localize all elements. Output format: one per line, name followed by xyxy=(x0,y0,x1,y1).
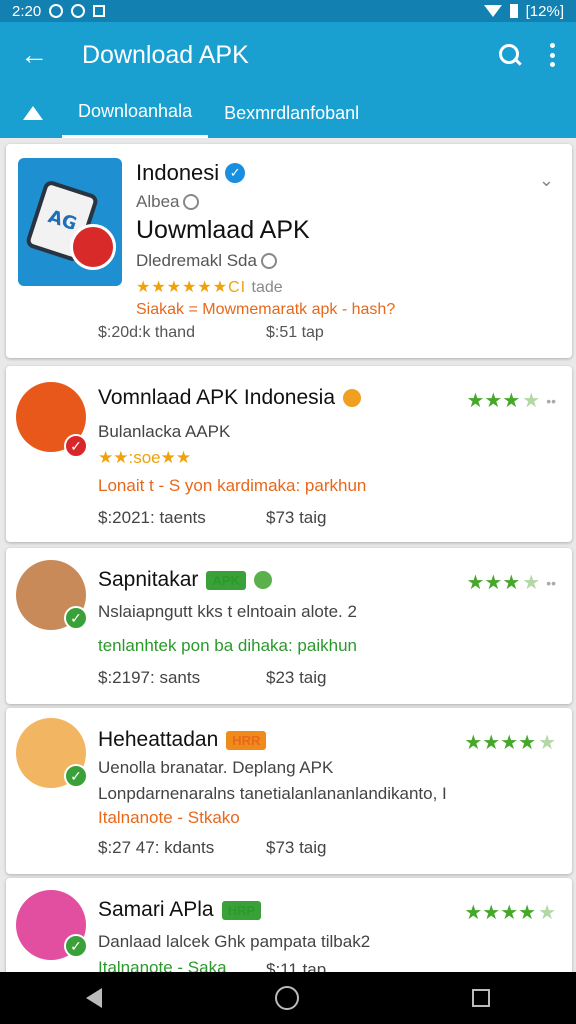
featured-app-icon xyxy=(18,158,122,286)
app-line-1: Nslaiapngutt kks t elntoain alote. 2 xyxy=(98,602,357,621)
image-notification-icon xyxy=(93,5,106,17)
rating-stars: ★★★ ★ •• xyxy=(466,390,556,412)
stars-text: ★★★★★★CI xyxy=(136,279,247,296)
app-price: $:2197: sants xyxy=(98,668,201,687)
nav-recents-icon[interactable] xyxy=(471,989,490,1007)
featured-size: $:51 tap xyxy=(266,324,324,341)
check-badge-icon: ✓ xyxy=(64,934,88,958)
app-chip: HRP xyxy=(221,900,262,920)
red-badge-icon xyxy=(70,224,116,270)
share-notification-icon xyxy=(71,4,86,18)
back-arrow-icon[interactable]: ← xyxy=(20,40,50,70)
app-card-2[interactable]: ✓ Sapnitakar APK Nslaiapngutt kks t elnto… xyxy=(6,548,572,704)
rating-stars: ★★★★ ★ xyxy=(464,902,556,924)
app-price: $:2021: taents xyxy=(98,508,206,527)
notification-icon xyxy=(49,4,64,18)
info-icon xyxy=(183,194,200,210)
app-line-1: Uenolla branatar. Deplang APK xyxy=(98,758,334,777)
featured-developer[interactable]: Albea xyxy=(136,192,179,212)
app-bar: ← Download APK Downloanhala Bexmrdlanfob… xyxy=(0,22,576,138)
wifi-icon xyxy=(483,5,502,17)
more-vertical-icon[interactable] xyxy=(550,43,556,67)
app-size: $23 taig xyxy=(266,668,327,687)
app-price: $:11 tap xyxy=(266,960,327,972)
app-line-1: Danlaad lalcek Ghk pampata tilbak2 xyxy=(98,932,371,951)
app-size: $73 taig xyxy=(266,838,327,857)
app-line-2: Italnanote - Saka xyxy=(98,958,227,972)
featured-price: $:20d:k thand xyxy=(98,324,195,341)
featured-app-name: Indonesi xyxy=(136,160,220,185)
app-chip: APK xyxy=(206,570,246,590)
tab-downloads[interactable]: Downloanhala xyxy=(62,88,209,138)
tab-second[interactable]: Bexmrdlanfobanl xyxy=(208,88,375,138)
status-bar: 2:20 [12%] xyxy=(0,0,576,22)
verified-icon: ✓ xyxy=(225,163,246,183)
page-title: Download APK xyxy=(82,40,249,69)
app-line-2: ★★:soe★★ xyxy=(98,448,192,467)
rating-stars: ★★★ ★ •• xyxy=(466,572,556,594)
rating-stars: ★★★★ ★ xyxy=(464,732,556,754)
featured-tagline: Siakak = Mowmemaratk apk - hash? xyxy=(136,301,396,318)
stars-extra: tade xyxy=(251,279,283,296)
app-name: Sapnitakar xyxy=(98,568,199,591)
app-price: $:27 47: kdants xyxy=(98,838,215,857)
check-badge-icon: ✓ xyxy=(64,606,88,630)
badge-icon xyxy=(343,389,362,407)
featured-title: Uowmlaad APK xyxy=(136,216,310,244)
app-card-4[interactable]: ✓ Samari APla HRP Danlaad lalcek Ghk pamp… xyxy=(6,878,572,972)
battery-icon xyxy=(509,4,518,18)
info-icon-2 xyxy=(260,253,277,269)
check-badge-icon: ✓ xyxy=(64,434,88,458)
app-card-1[interactable]: ✓ Vomnlaad APK Indonesia Bulanlacka AAPK… xyxy=(6,366,572,542)
app-line-2: tenlanhtek pon ba dihaka: paikhun xyxy=(98,636,357,655)
system-nav-bar xyxy=(0,972,576,1024)
chevron-down-icon[interactable]: ⌄ xyxy=(539,170,554,191)
check-badge-icon: ✓ xyxy=(64,764,88,788)
app-name: Samari APla xyxy=(98,898,214,921)
app-line-3: Italnanote - Stkako xyxy=(98,808,240,827)
search-icon[interactable] xyxy=(498,43,522,67)
app-card-3[interactable]: ✓ Heheattadan HRR Uenolla branatar. Depla… xyxy=(6,708,572,874)
featured-app-card[interactable]: Indonesi✓ Albea Uowmlaad APK Dledremakl … xyxy=(6,144,572,358)
app-size: $73 taig xyxy=(266,508,327,527)
tab-bar: Downloanhala Bexmrdlanfobanl xyxy=(0,88,576,138)
battery-text: [12%] xyxy=(525,2,564,20)
featured-subtitle: Dledremakl Sda xyxy=(136,251,257,270)
app-chip: HRR xyxy=(226,730,267,750)
featured-stars: ★★★★★★CI tade xyxy=(136,277,546,297)
app-list[interactable]: Indonesi✓ Albea Uowmlaad APK Dledremakl … xyxy=(0,138,576,972)
nav-home-icon[interactable] xyxy=(274,986,299,1010)
app-line-1: Bulanlacka AAPK xyxy=(98,422,231,441)
home-icon[interactable] xyxy=(18,88,48,138)
status-time: 2:20 xyxy=(12,2,42,20)
app-line-2: Lonpdarnenaralns tanetialanlananlandikan… xyxy=(98,784,447,803)
badge-icon xyxy=(253,571,272,589)
app-name: Heheattadan xyxy=(98,728,219,751)
app-name: Vomnlaad APK Indonesia xyxy=(98,386,336,409)
app-line-3: Lonait t - S yon kardimaka: parkhun xyxy=(98,476,367,495)
nav-back-icon[interactable] xyxy=(86,988,103,1008)
